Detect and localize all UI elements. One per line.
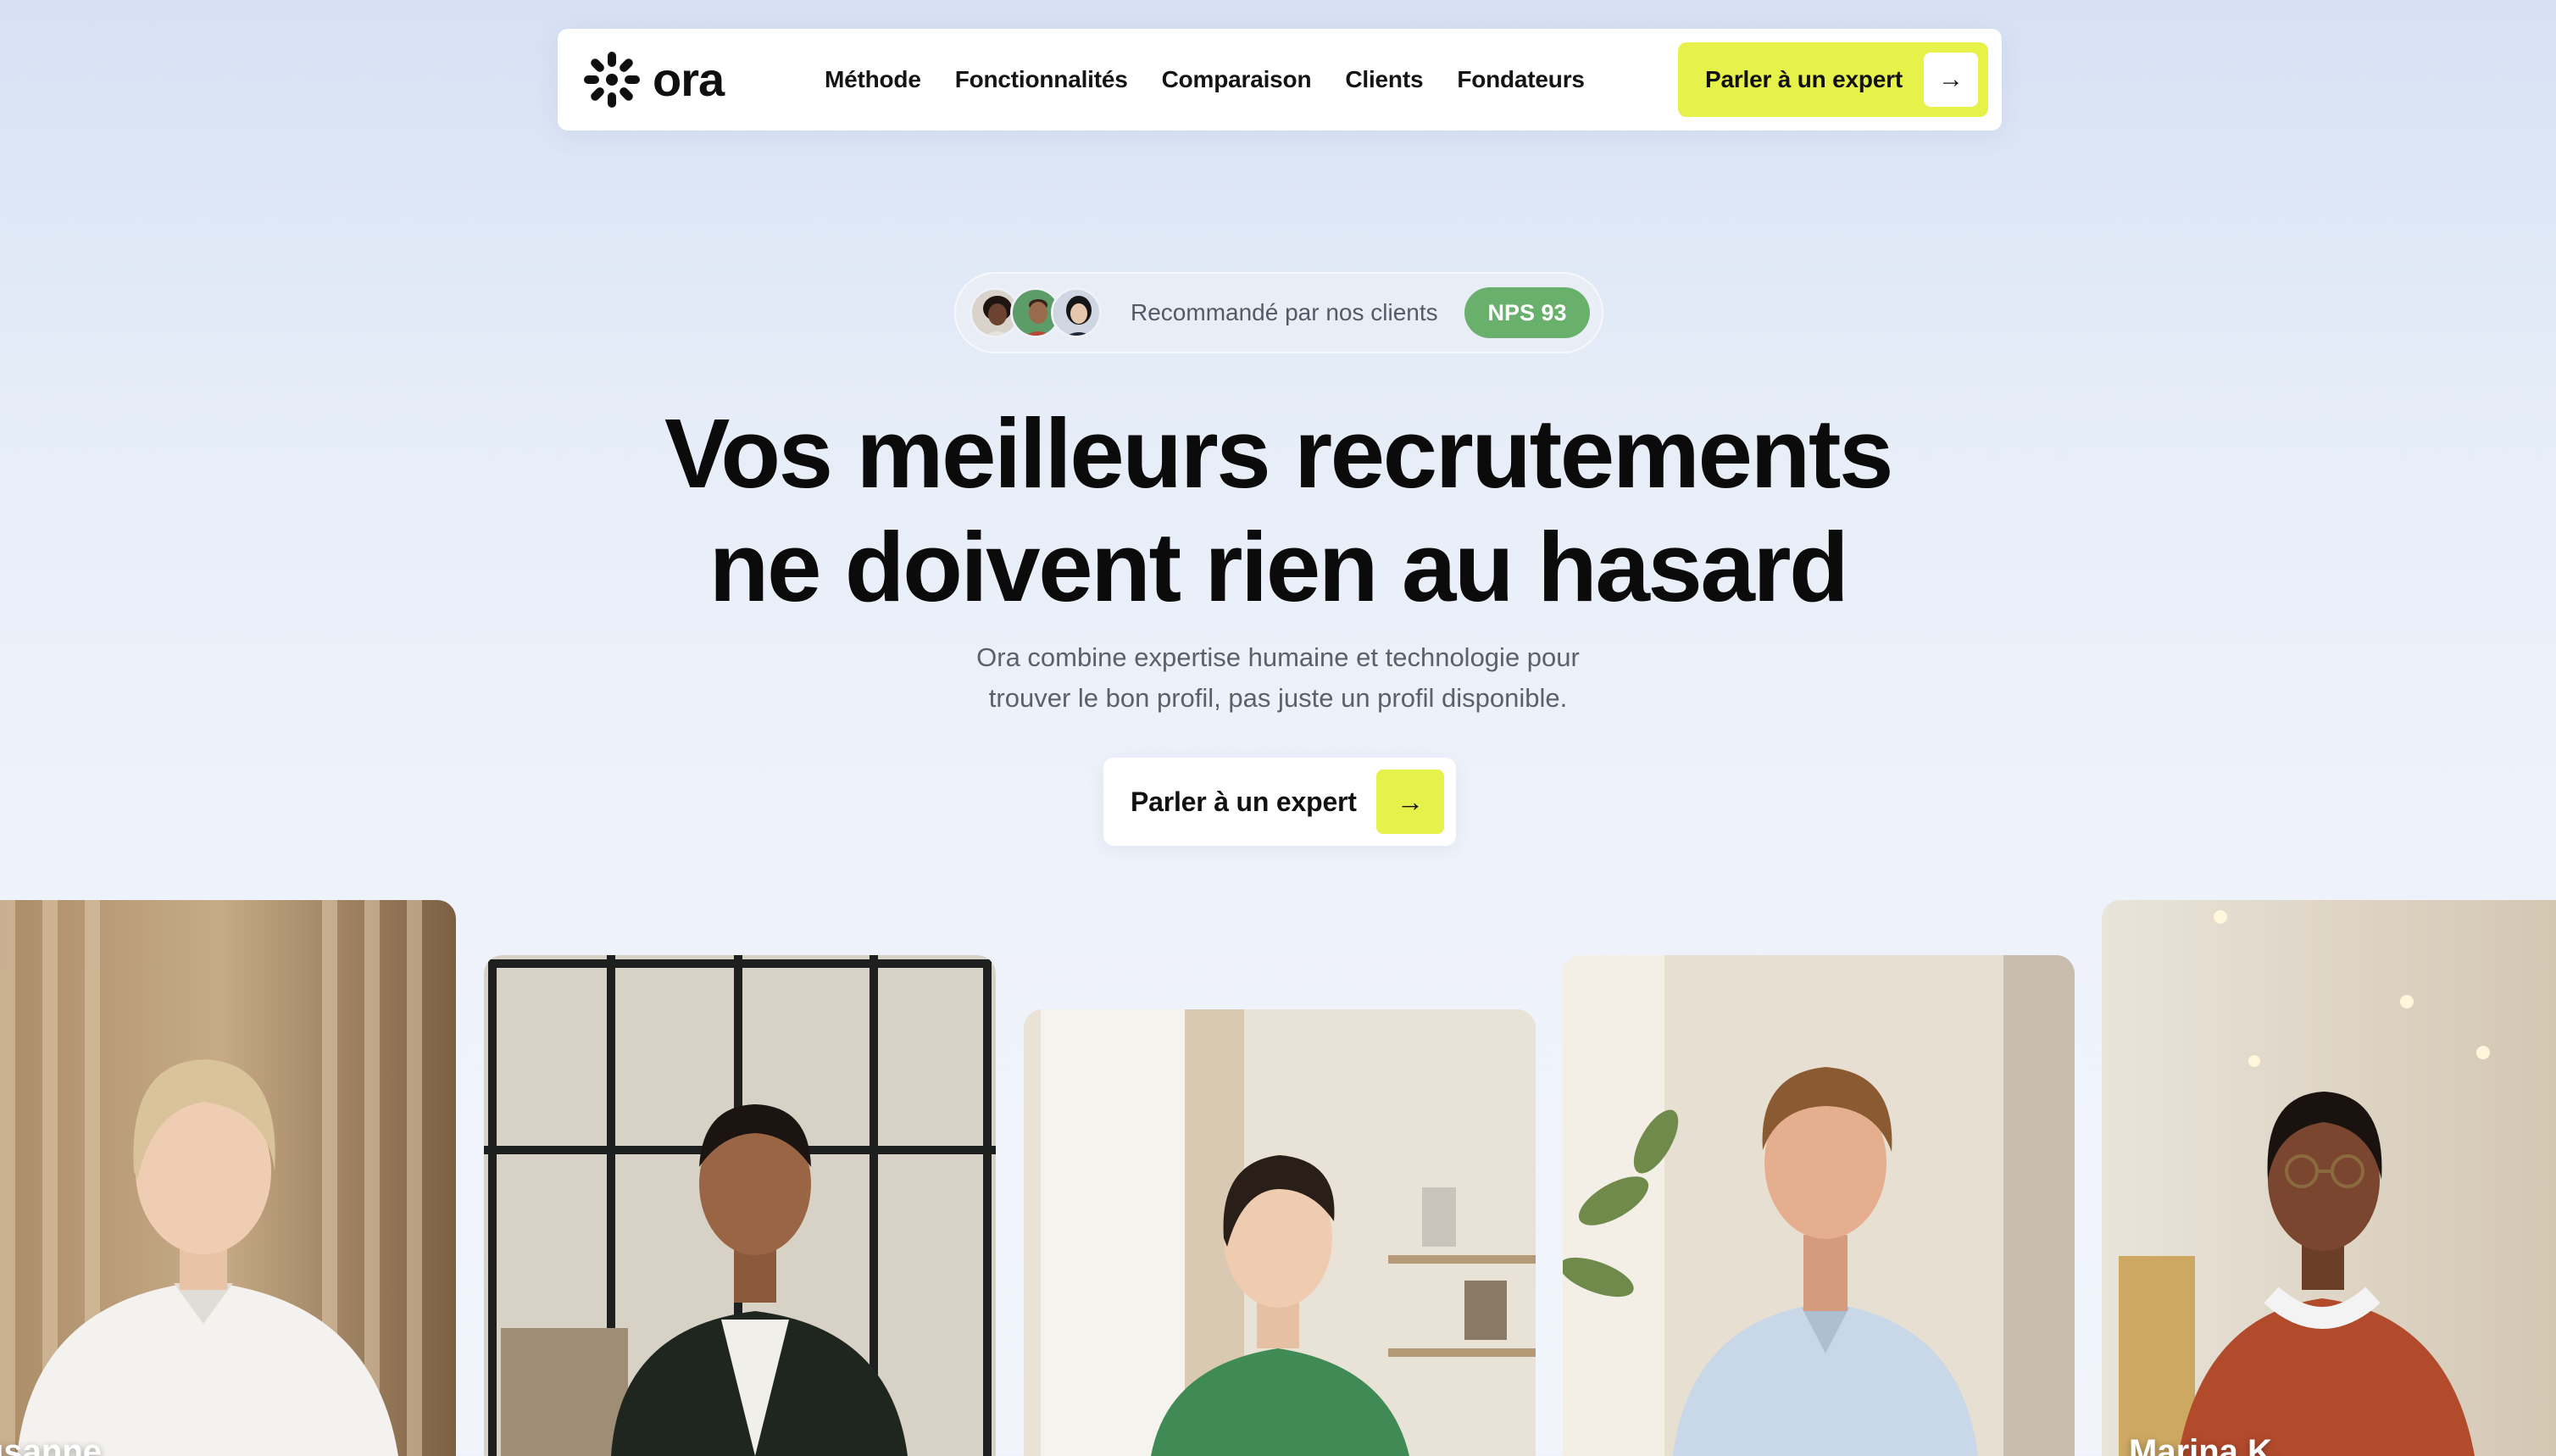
brand-logo[interactable]: ora xyxy=(583,50,725,109)
recommendation-badge: Recommandé par nos clients NPS 93 xyxy=(954,272,1603,353)
expert-card-4[interactable] xyxy=(1563,955,2075,1456)
arrow-right-icon: → xyxy=(1376,770,1444,834)
expert-portrait-image xyxy=(0,900,456,1456)
hero-talk-to-expert-button[interactable]: Parler à un expert → xyxy=(1103,758,1456,846)
expert-card-2[interactable] xyxy=(484,955,996,1456)
nav-cta-label: Parler à un expert xyxy=(1705,66,1903,92)
main-nav: Méthode Fonctionnalités Comparaison Clie… xyxy=(825,29,1585,131)
expert-portrait-image xyxy=(2102,900,2556,1456)
nav-link-fondateurs[interactable]: Fondateurs xyxy=(1457,66,1585,93)
nav-link-fonctionnalites[interactable]: Fonctionnalités xyxy=(955,66,1128,93)
top-navbar: ora Méthode Fonctionnalités Comparaison … xyxy=(558,29,2002,131)
expert-portrait-image xyxy=(1563,955,2075,1456)
brand-name: ora xyxy=(653,53,725,106)
expert-card-3[interactable] xyxy=(1024,1009,1536,1456)
recommendation-text: Recommandé par nos clients xyxy=(1131,299,1438,325)
avatar xyxy=(1051,287,1102,338)
hero-subtitle: Ora combine expertise humaine et technol… xyxy=(0,637,2556,719)
hero-subtitle-line-2: trouver le bon profil, pas juste un prof… xyxy=(988,683,1568,713)
expert-portrait-image xyxy=(484,955,996,1456)
expert-card-1[interactable]: usanne xyxy=(0,900,456,1456)
nav-link-clients[interactable]: Clients xyxy=(1345,66,1423,93)
expert-name: Marina K. xyxy=(2129,1433,2282,1456)
hero-title-line-1: Vos meilleurs recrutements xyxy=(664,398,1893,508)
hero-cta-label: Parler à un expert xyxy=(1131,786,1357,817)
client-avatars xyxy=(970,287,1102,338)
hero-subtitle-line-1: Ora combine expertise humaine et technol… xyxy=(976,642,1580,672)
expert-portrait-image xyxy=(1024,1009,1536,1456)
hero-title: Vos meilleurs recrutements ne doivent ri… xyxy=(0,397,2556,624)
nav-link-methode[interactable]: Méthode xyxy=(825,66,921,93)
nps-score-badge: NPS 93 xyxy=(1464,287,1590,338)
nav-talk-to-expert-button[interactable]: Parler à un expert → xyxy=(1678,42,1988,117)
asterisk-logo-icon xyxy=(584,52,640,108)
arrow-right-icon: → xyxy=(1924,53,1978,107)
expert-name: usanne xyxy=(0,1433,103,1456)
nav-link-comparaison[interactable]: Comparaison xyxy=(1162,66,1312,93)
hero-title-line-2: ne doivent rien au hasard xyxy=(708,512,1849,622)
expert-card-5[interactable]: Marina K. xyxy=(2102,900,2556,1456)
